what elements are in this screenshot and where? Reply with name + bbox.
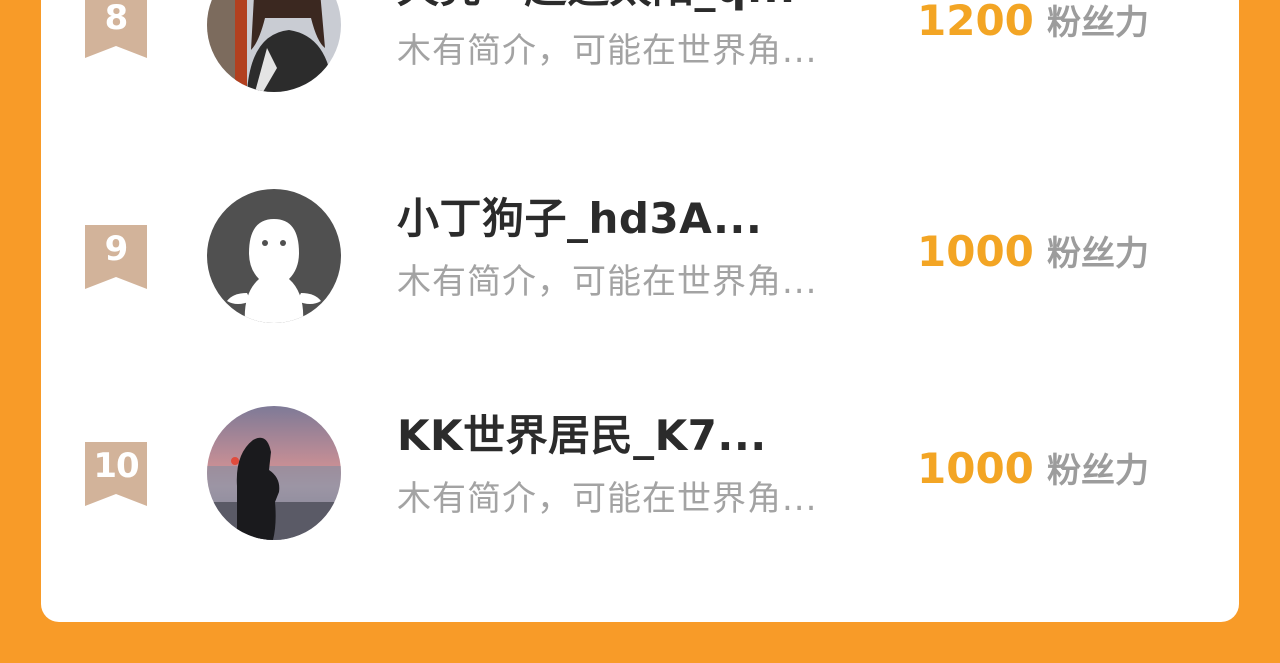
user-photo-icon: [207, 0, 341, 92]
fan-power-value: 1000: [917, 444, 1034, 493]
rank-number: 9: [104, 229, 129, 269]
ranking-card: 8 天亮一起追太阳_q... 木有简介，可能在世界角... 1200 粉丝力: [41, 0, 1239, 622]
user-description: 木有简介，可能在世界角...: [397, 31, 818, 71]
fan-power-label: 粉丝力: [1047, 3, 1149, 43]
user-name: 小丁狗子_hd3A...: [397, 194, 763, 243]
fan-power-value: 1000: [917, 227, 1034, 276]
sunset-photo-icon: [207, 406, 341, 540]
rank-badge: 9: [85, 225, 147, 289]
rank-badge: 10: [85, 442, 147, 506]
ranking-row-9[interactable]: 9 小丁狗子_hd3A... 木有简介，可能在世界角... 1000 粉丝力: [41, 182, 1239, 323]
rank-number: 8: [104, 0, 129, 38]
avatar[interactable]: [207, 406, 341, 540]
rank-number: 10: [93, 446, 139, 486]
user-description: 木有简介，可能在世界角...: [397, 479, 818, 519]
fan-power-value: 1200: [917, 0, 1034, 45]
user-name: 天亮一起追太阳_q...: [397, 0, 796, 15]
rank-badge: 8: [85, 0, 147, 58]
default-avatar-icon: [207, 189, 341, 323]
ranking-row-8[interactable]: 8 天亮一起追太阳_q... 木有简介，可能在世界角... 1200 粉丝力: [41, 0, 1239, 92]
fan-power-label: 粉丝力: [1047, 451, 1149, 491]
fan-power-label: 粉丝力: [1047, 234, 1149, 274]
avatar[interactable]: [207, 189, 341, 323]
ranking-row-10[interactable]: 10 KK世界居民_K7... 木有简介，可能在世界角... 1000 粉丝力: [41, 399, 1239, 540]
user-description: 木有简介，可能在世界角...: [397, 262, 818, 302]
user-name: KK世界居民_K7...: [397, 411, 767, 460]
avatar[interactable]: [207, 0, 341, 92]
